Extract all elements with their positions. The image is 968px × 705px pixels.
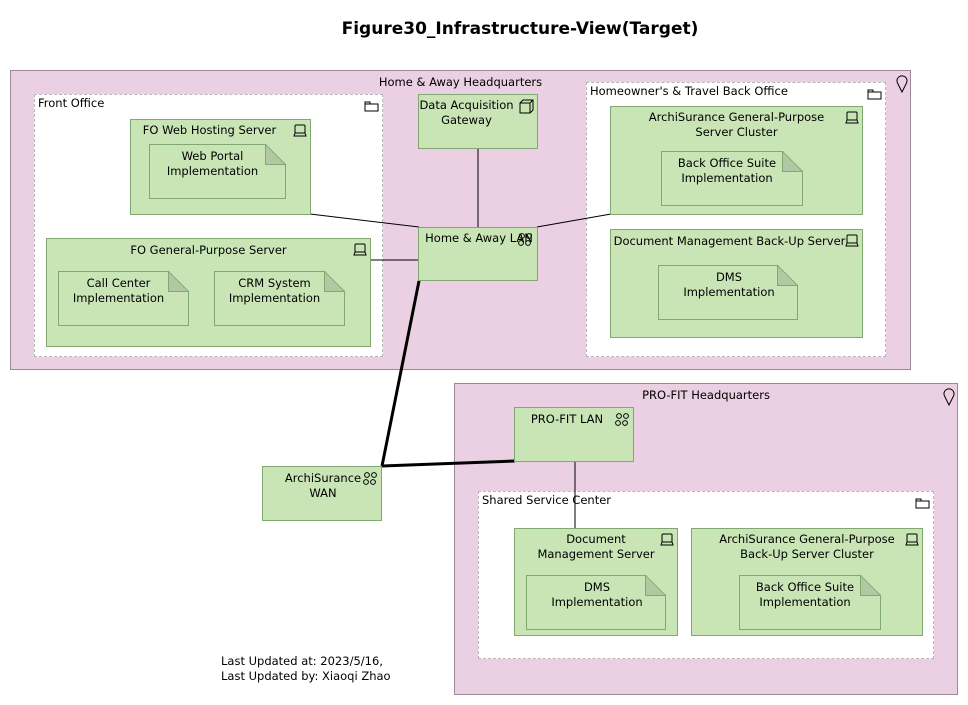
artifact-outline — [149, 144, 286, 199]
last-updated-by: Last Updated by: Xiaoqi Zhao — [221, 669, 391, 683]
artifact-outline — [526, 575, 666, 630]
last-updated-at: Last Updated at: 2023/5/16, — [221, 654, 383, 668]
artifact-outlines — [58, 144, 881, 630]
artifact-outline — [739, 575, 881, 630]
artifact-outline — [658, 265, 798, 320]
artifact-outline — [58, 271, 189, 326]
artifact-outline — [214, 271, 345, 326]
artifact-outline — [661, 151, 803, 206]
footer-info: Last Updated at: 2023/5/16, Last Updated… — [221, 654, 391, 684]
